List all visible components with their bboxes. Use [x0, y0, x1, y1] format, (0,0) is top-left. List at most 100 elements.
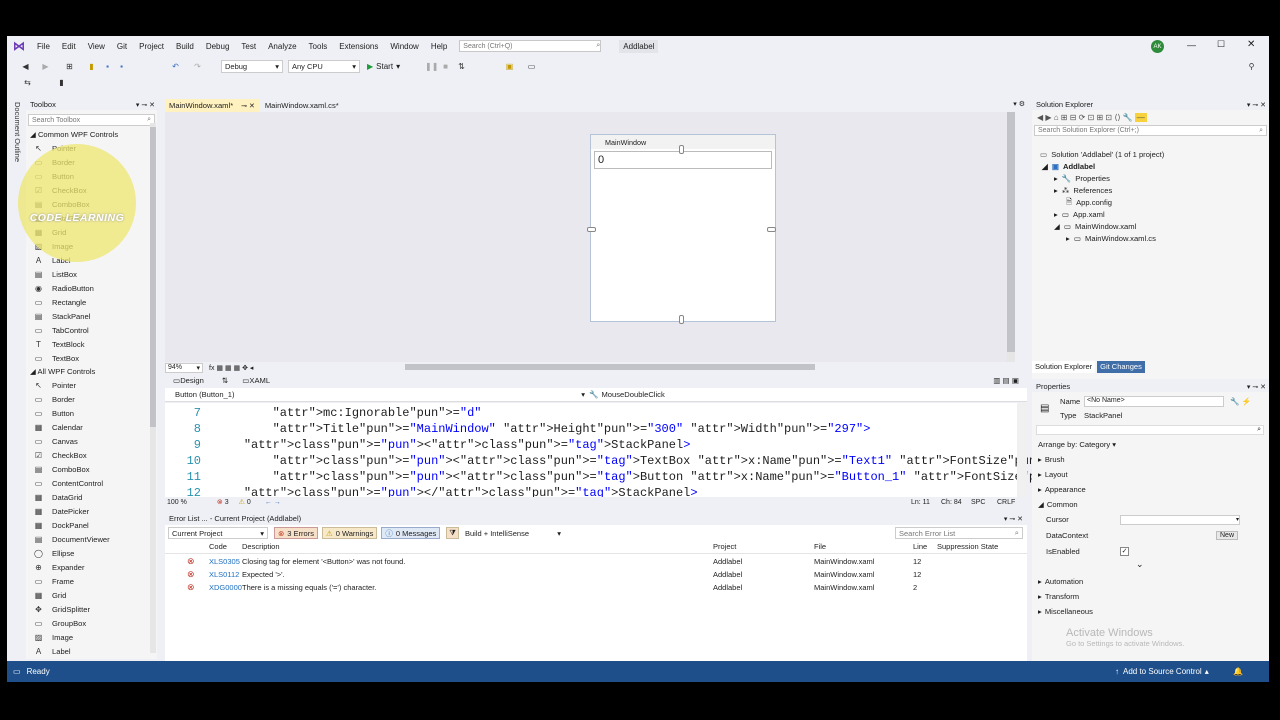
tree-appxaml[interactable]: ▸ ▭ App.xaml	[1054, 208, 1105, 220]
toolbox-item-gridsplitter[interactable]: ✥ GridSplitter	[34, 603, 90, 616]
error-list-controls[interactable]: ▾ ⊸ ✕	[1004, 515, 1027, 523]
redo-icon[interactable]: ↷	[193, 62, 202, 71]
all-group-header[interactable]: ◢ All WPF Controls	[30, 367, 95, 376]
prop-name-input[interactable]: <No Name>	[1084, 396, 1224, 407]
save-all-icon[interactable]: ▪	[117, 62, 126, 71]
platform-dropdown[interactable]: Any CPU ▾	[288, 60, 360, 73]
tree-solution[interactable]: ▭ Solution 'Addlabel' (1 of 1 project)	[1040, 148, 1164, 160]
menu-debug[interactable]: Debug	[200, 42, 236, 51]
tab-mainwindow-cs[interactable]: MainWindow.xaml.cs*	[259, 99, 345, 112]
swap-icon[interactable]: ⇅	[222, 376, 228, 385]
menu-window[interactable]: Window	[384, 42, 424, 51]
toolbox-window-controls[interactable]: ▾ ⊸ ✕	[136, 101, 157, 109]
code-warning-count[interactable]: 0	[247, 499, 251, 506]
tree-properties[interactable]: ▸ 🔧 Properties	[1054, 172, 1110, 184]
toolbox-search-input[interactable]: Search Toolbox ⌕	[28, 114, 155, 126]
global-search-input[interactable]: Search (Ctrl+Q) ⌕	[459, 40, 602, 52]
common-group-header[interactable]: ◢ Common WPF Controls	[30, 130, 118, 139]
breakpoint-icon[interactable]: ▣	[505, 62, 514, 71]
menu-help[interactable]: Help	[425, 42, 453, 51]
close-icon[interactable]: ✕	[1247, 39, 1255, 50]
stop-icon[interactable]: ■	[441, 62, 450, 71]
resize-handle-bottom[interactable]	[679, 315, 684, 324]
prop-isenabled-checkbox[interactable]: ✓	[1120, 547, 1129, 556]
toolbox-item-tabcontrol[interactable]: ▭ TabControl	[34, 324, 89, 337]
error-search-input[interactable]: Search Error List ⌕	[895, 527, 1023, 539]
toolbox-item-checkbox[interactable]: ☑ CheckBox	[34, 449, 87, 462]
toolbox-item-canvas[interactable]: ▭ Canvas	[34, 435, 78, 448]
category-brush[interactable]: ▸ Brush	[1038, 453, 1065, 466]
toolbox-item-label[interactable]: A Label	[34, 645, 71, 658]
code-line[interactable]: 9 "attr">class"pun">="pun"><"attr">class…	[165, 437, 691, 453]
step-icon[interactable]: ⇅	[457, 62, 466, 71]
category-automation[interactable]: ▸ Automation	[1038, 575, 1083, 588]
toolbox-item-pointer[interactable]: ↖ Pointer	[34, 379, 76, 392]
tree-appconfig[interactable]: 🗎 App.config	[1066, 196, 1112, 208]
menu-analyze[interactable]: Analyze	[262, 42, 302, 51]
code-error-count[interactable]: 3	[225, 499, 229, 506]
build-filter-dropdown[interactable]: Build + IntelliSense ▾	[465, 529, 561, 538]
menu-edit[interactable]: Edit	[56, 42, 82, 51]
menu-tools[interactable]: Tools	[303, 42, 334, 51]
maximize-icon[interactable]: ☐	[1217, 39, 1225, 50]
toolbox-item-stackpanel[interactable]: ▤ StackPanel	[34, 310, 91, 323]
category-layout[interactable]: ▸ Layout	[1038, 468, 1068, 481]
prop-cursor-dropdown[interactable]: ▾	[1120, 514, 1240, 525]
category-common[interactable]: ◢ Common	[1038, 498, 1078, 511]
solution-search-input[interactable]: Search Solution Explorer (Ctrl+;) ⌕	[1034, 125, 1267, 136]
source-control-button[interactable]: ↑ Add to Source Control ▴	[1115, 667, 1209, 676]
nav-arrows[interactable]: ← →	[265, 499, 281, 506]
tab-overflow-icon[interactable]: ▾ ⚙	[1013, 100, 1025, 108]
toolbox-item-rectangle[interactable]: ▭ Rectangle	[34, 296, 86, 309]
back-icon[interactable]: ◀	[21, 62, 30, 71]
menu-git[interactable]: Git	[111, 42, 133, 51]
format-icon[interactable]: ⇆	[23, 78, 32, 87]
xaml-tab[interactable]: ▭ XAML	[242, 376, 270, 385]
expand-more-icon[interactable]: ⌄	[1136, 559, 1144, 570]
pause-icon[interactable]: ❚❚	[425, 62, 438, 71]
toolbox-item-combobox[interactable]: ▤ ComboBox	[34, 463, 90, 476]
settings-pin-icon[interactable]: ⚲	[1247, 62, 1256, 71]
code-line[interactable]: 8 "attr">Title"pun">="MainWindow" "attr"…	[165, 421, 871, 437]
config-dropdown[interactable]: Debug ▾	[221, 60, 283, 73]
minimize-icon[interactable]: —	[1187, 40, 1196, 50]
col-file[interactable]: File	[814, 542, 826, 551]
design-tab[interactable]: ▭ Design	[173, 376, 204, 385]
designer-vscrollbar[interactable]	[1007, 112, 1015, 364]
notification-icon[interactable]: 🔔	[1233, 667, 1243, 676]
code-vscrollbar[interactable]	[1017, 403, 1027, 497]
toolbox-item-border[interactable]: ▭ Border	[34, 393, 75, 406]
toolbox-item-image[interactable]: ▨ Image	[34, 631, 73, 644]
solution-toolbar[interactable]: ◀ ▶ ⌂ ⊞ ⊟ ⟳ ⊡ ⊞ ⊡ ⟨⟩ 🔧 —	[1032, 110, 1269, 124]
split-icons[interactable]: ▥ ▤ ▣	[993, 376, 1019, 385]
messages-filter-button[interactable]: ⓘ 0 Messages	[381, 527, 441, 539]
toolbox-item-radiobutton[interactable]: ◉ RadioButton	[34, 282, 94, 295]
code-editor[interactable]: 7 "attr">mc:Ignorable"pun">="d" 8 "attr">…	[165, 403, 1267, 500]
toolbox-item-datagrid[interactable]: ▦ DataGrid	[34, 491, 83, 504]
grid-icons[interactable]: fx ▦ ▦ ▦ ✥ ◂	[209, 364, 253, 372]
toolbox-item-ellipse[interactable]: ◯ Ellipse	[34, 547, 74, 560]
toolbox-item-textbox[interactable]: ▭ TextBox	[34, 352, 79, 365]
event-dropdown[interactable]: 🔧 MouseDoubleClick	[589, 390, 665, 399]
forward-icon[interactable]: ▶	[41, 62, 50, 71]
avatar[interactable]: AK	[1151, 40, 1164, 53]
zoom-dropdown[interactable]: 94% ▾	[165, 362, 203, 373]
toolbox-item-listbox[interactable]: ▤ ListBox	[34, 268, 77, 281]
menu-file[interactable]: File	[31, 42, 56, 51]
toolbox-scrollbar[interactable]	[150, 123, 156, 653]
warnings-filter-button[interactable]: ⚠ 0 Warnings	[321, 527, 378, 539]
toolbox-item-groupbox[interactable]: ▭ GroupBox	[34, 617, 86, 630]
arrange-by-dropdown[interactable]: Arrange by: Category ▾	[1038, 438, 1116, 451]
code-line[interactable]: 7 "attr">mc:Ignorable"pun">="d"	[165, 405, 482, 421]
toolbox-item-expander[interactable]: ⊕ Expander	[34, 561, 84, 574]
element-dropdown[interactable]: Button (Button_1) ▾	[165, 390, 585, 399]
tree-references[interactable]: ▸ ⁂ References	[1054, 184, 1112, 196]
open-icon[interactable]: ▮	[87, 62, 96, 71]
toolbox-item-contentcontrol[interactable]: ▭ ContentControl	[34, 477, 103, 490]
designer-surface[interactable]: MainWindow 0	[165, 112, 1015, 364]
category-appearance[interactable]: ▸ Appearance	[1038, 483, 1086, 496]
menu-project[interactable]: Project	[133, 42, 170, 51]
preview-window[interactable]: MainWindow 0	[587, 134, 776, 324]
category-miscellaneous[interactable]: ▸ Miscellaneous	[1038, 605, 1093, 618]
resize-handle-right[interactable]	[767, 227, 776, 232]
